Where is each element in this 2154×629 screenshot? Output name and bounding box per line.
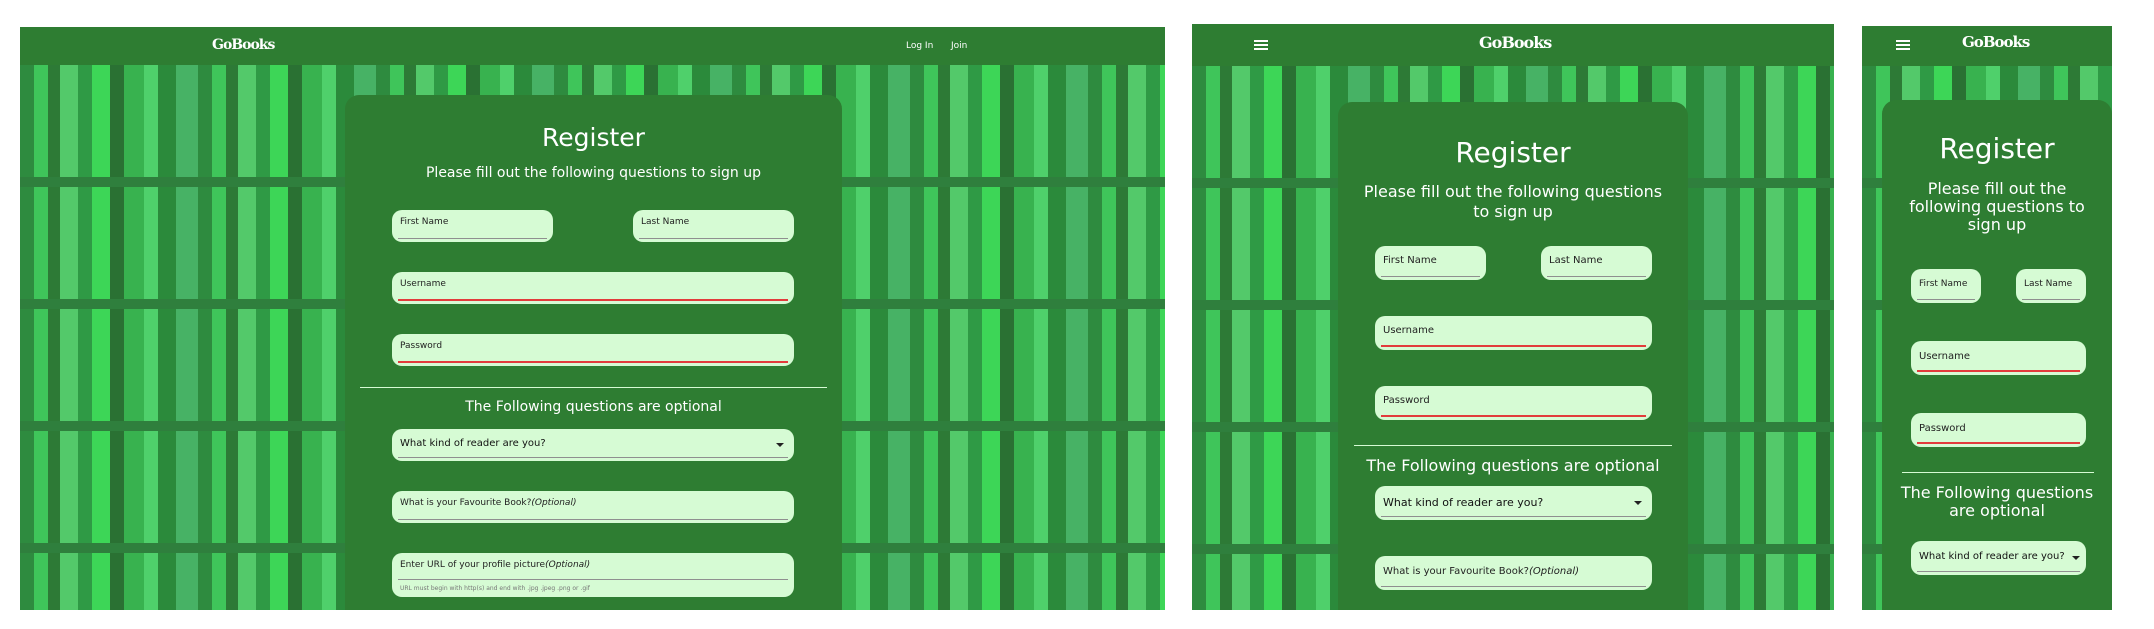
field-underline (1917, 299, 1975, 300)
username-field[interactable]: Username (392, 272, 794, 304)
chevron-down-icon (1634, 501, 1642, 505)
register-title: Register (1455, 136, 1571, 169)
profile-picture-label: Enter URL of your profile picture(Option… (400, 560, 590, 570)
last-name-label: Last Name (1549, 255, 1603, 266)
favourite-book-field[interactable]: What is your Favourite Book?(Optional) (392, 491, 794, 523)
profile-picture-text: Enter URL of your profile picture (400, 560, 546, 570)
password-field[interactable]: Password (1911, 413, 2086, 447)
section-divider (1354, 445, 1672, 446)
join-link[interactable]: Join (951, 41, 967, 51)
reader-type-label: What kind of reader are you? (1919, 551, 2065, 562)
password-field[interactable]: Password (1375, 386, 1652, 420)
register-title: Register (1939, 132, 2055, 165)
optional-tag: (Optional) (545, 560, 591, 570)
field-underline (1547, 276, 1646, 277)
field-underline (1381, 276, 1480, 277)
password-label: Password (400, 341, 443, 351)
reader-type-select[interactable]: What kind of reader are you? (1375, 486, 1652, 520)
first-name-label: First Name (400, 217, 449, 227)
password-field[interactable]: Password (392, 334, 794, 366)
field-underline (398, 519, 788, 520)
favourite-book-text: What is your Favourite Book? (400, 498, 532, 508)
tablet-view: GoBooks Register Please fill out the fol… (1192, 24, 1834, 610)
last-name-field[interactable]: Last Name (1541, 246, 1652, 280)
error-underline (398, 299, 788, 301)
field-underline (398, 238, 547, 239)
optional-heading: The Following questions are optional (465, 399, 722, 415)
username-label: Username (400, 279, 446, 289)
username-field[interactable]: Username (1375, 316, 1652, 350)
register-title: Register (542, 123, 645, 152)
navbar: GoBooks (1192, 24, 1834, 66)
field-underline (1381, 516, 1646, 517)
favourite-book-field[interactable]: What is your Favourite Book?(Optional) (1375, 556, 1652, 590)
optional-heading: The Following questions are optional (1366, 456, 1660, 475)
password-label: Password (1919, 423, 1966, 434)
favourite-book-label: What is your Favourite Book?(Optional) (400, 498, 576, 508)
desktop-view: GoBooks Log In Join Register Please fill… (20, 27, 1165, 610)
username-label: Username (1919, 351, 1970, 362)
chevron-down-icon (776, 443, 784, 447)
first-name-field[interactable]: First Name (392, 210, 553, 242)
last-name-label: Last Name (2024, 279, 2073, 289)
optional-tag: (Optional) (531, 498, 577, 508)
error-underline (1381, 345, 1646, 347)
profile-picture-field[interactable]: Enter URL of your profile picture(Option… (392, 553, 794, 597)
brand-logo[interactable]: GoBooks (1962, 33, 2030, 51)
error-underline (398, 361, 788, 363)
error-underline (1917, 370, 2080, 372)
first-name-field[interactable]: First Name (1375, 246, 1486, 280)
section-divider (360, 387, 827, 388)
optional-tag: (Optional) (1528, 566, 1580, 577)
username-label: Username (1383, 325, 1434, 336)
field-underline (1381, 586, 1646, 587)
hamburger-menu-icon[interactable] (1896, 40, 1910, 50)
field-underline (398, 457, 788, 458)
password-label: Password (1383, 395, 1430, 406)
field-underline (1917, 571, 2080, 572)
reader-type-select[interactable]: What kind of reader are you? (392, 429, 794, 461)
chevron-down-icon (2072, 556, 2080, 560)
first-name-label: First Name (1919, 279, 1968, 289)
mobile-view: GoBooks Register Please fill out the fol… (1862, 26, 2112, 610)
last-name-field[interactable]: Last Name (2016, 269, 2086, 303)
error-underline (1381, 415, 1646, 417)
error-underline (1917, 442, 2080, 444)
register-card: Register Please fill out the following q… (1338, 102, 1688, 610)
hamburger-menu-icon[interactable] (1254, 40, 1268, 50)
brand-logo[interactable]: GoBooks (1479, 33, 1552, 52)
register-subtitle: Please fill out the following questions … (1909, 179, 2085, 234)
reader-type-select[interactable]: What kind of reader are you? (1911, 541, 2086, 575)
login-link[interactable]: Log In (906, 41, 933, 51)
field-underline (639, 238, 788, 239)
last-name-field[interactable]: Last Name (633, 210, 794, 242)
navbar: GoBooks Log In Join (20, 27, 1165, 65)
register-card: Register Please fill out the following q… (345, 95, 842, 610)
first-name-label: First Name (1383, 255, 1437, 266)
favourite-book-label: What is your Favourite Book?(Optional) (1383, 566, 1579, 577)
optional-heading: The Following questions are optional (1900, 483, 2094, 520)
field-underline (398, 579, 788, 580)
last-name-label: Last Name (641, 217, 690, 227)
favourite-book-text: What is your Favourite Book? (1383, 566, 1529, 577)
navbar: GoBooks (1862, 26, 2112, 66)
section-divider (1902, 472, 2094, 473)
register-card: Register Please fill out the following q… (1882, 100, 2112, 610)
username-field[interactable]: Username (1911, 341, 2086, 375)
url-hint: URL must begin with http(s) and end with… (400, 585, 590, 592)
register-subtitle: Please fill out the following questions … (1363, 182, 1663, 221)
brand-logo[interactable]: GoBooks (212, 37, 275, 53)
field-underline (2022, 299, 2080, 300)
register-subtitle: Please fill out the following questions … (425, 165, 761, 181)
first-name-field[interactable]: First Name (1911, 269, 1981, 303)
reader-type-label: What kind of reader are you? (1383, 496, 1544, 509)
reader-type-label: What kind of reader are you? (400, 438, 546, 449)
